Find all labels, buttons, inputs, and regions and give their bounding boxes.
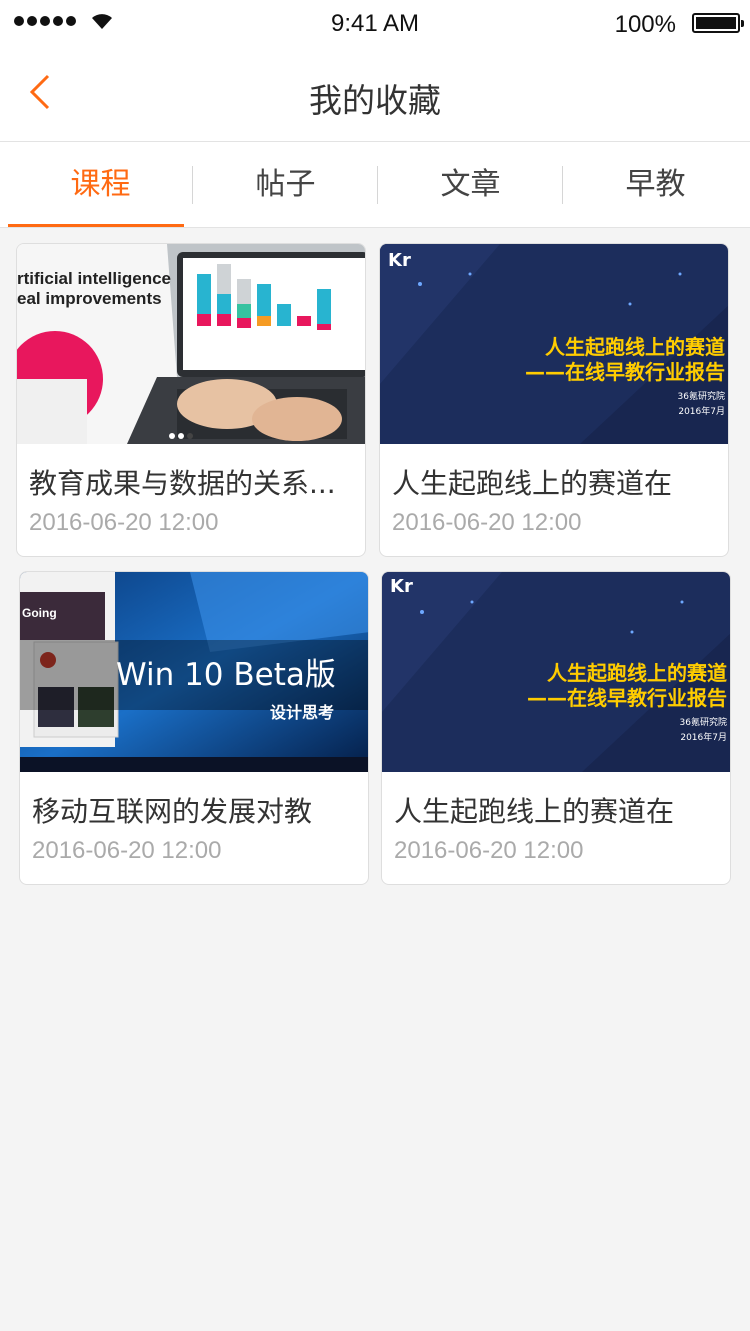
- thumb-headline-2: ——在线早教行业报告: [525, 360, 725, 384]
- kr-logo: Kr: [388, 250, 411, 271]
- thumb-caption-1: 36氪研究院: [680, 716, 727, 728]
- tab-courses[interactable]: 课程: [8, 142, 193, 228]
- page-title: 我的收藏: [309, 81, 441, 120]
- tab-early-education[interactable]: 早教: [563, 142, 748, 228]
- thumb-headline-2: ——在线早教行业报告: [527, 686, 727, 710]
- card-thumbnail: Kr 人生起跑线上的赛道 ——在线早教行业报告 36氪研究院 2016年7月: [380, 244, 728, 444]
- thumb-headline-1: 人生起跑线上的赛道: [547, 661, 727, 685]
- thumb-headline-1: Win 10 Beta版: [116, 657, 336, 693]
- thumb-headline-2: 设计思考: [270, 703, 334, 722]
- favorite-card[interactable]: Kr 人生起跑线上的赛道 ——在线早教行业报告 36氪研究院 2016年7月 人…: [381, 571, 731, 885]
- card-title: 教育成果与数据的关系...: [29, 467, 336, 500]
- thumb-headline-1: rtificial intelligence: [17, 269, 171, 288]
- favorite-card[interactable]: Kr 人生起跑线上的赛道 ——在线早教行业报告 36氪研究院 2016年7月 人…: [379, 243, 729, 557]
- thumb-headline-1: 人生起跑线上的赛道: [545, 335, 725, 359]
- status-bar: 9:41 AM 100%: [0, 0, 750, 50]
- thumb-caption-2: 2016年7月: [678, 405, 725, 417]
- tab-bar: 课程 帖子 文章 早教: [0, 142, 750, 228]
- card-title: 移动互联网的发展对教: [32, 795, 313, 828]
- battery-icon: [692, 13, 744, 33]
- thumb-caption-1: 36氪研究院: [678, 390, 725, 402]
- thumb-headline-2: eal improvements: [17, 289, 162, 308]
- card-date: 2016-06-20 12:00: [394, 837, 584, 864]
- battery-percent: 100%: [614, 11, 676, 38]
- card-title: 人生起跑线上的赛道在: [394, 795, 675, 828]
- tab-articles[interactable]: 文章: [378, 142, 563, 228]
- svg-text:Going: Going: [22, 606, 57, 620]
- card-date: 2016-06-20 12:00: [32, 837, 222, 864]
- card-title: 人生起跑线上的赛道在: [392, 467, 673, 500]
- favorite-card[interactable]: Going Win 10 Beta版 设计思考 移动互联网的发展对教 2016-…: [19, 571, 369, 885]
- active-tab-indicator: [8, 224, 184, 227]
- tab-posts[interactable]: 帖子: [193, 142, 378, 228]
- card-date: 2016-06-20 12:00: [392, 509, 582, 536]
- card-thumbnail: rtificial intelligence eal improvements: [17, 244, 365, 444]
- card-thumbnail: Going Win 10 Beta版 设计思考: [20, 572, 368, 772]
- favorite-card[interactable]: rtificial intelligence eal improvements …: [16, 243, 366, 557]
- nav-bar: 我的收藏: [0, 50, 750, 142]
- thumb-caption-2: 2016年7月: [680, 731, 727, 743]
- kr-logo: Kr: [390, 576, 413, 597]
- card-date: 2016-06-20 12:00: [29, 509, 219, 536]
- card-thumbnail: Kr 人生起跑线上的赛道 ——在线早教行业报告 36氪研究院 2016年7月: [382, 572, 730, 772]
